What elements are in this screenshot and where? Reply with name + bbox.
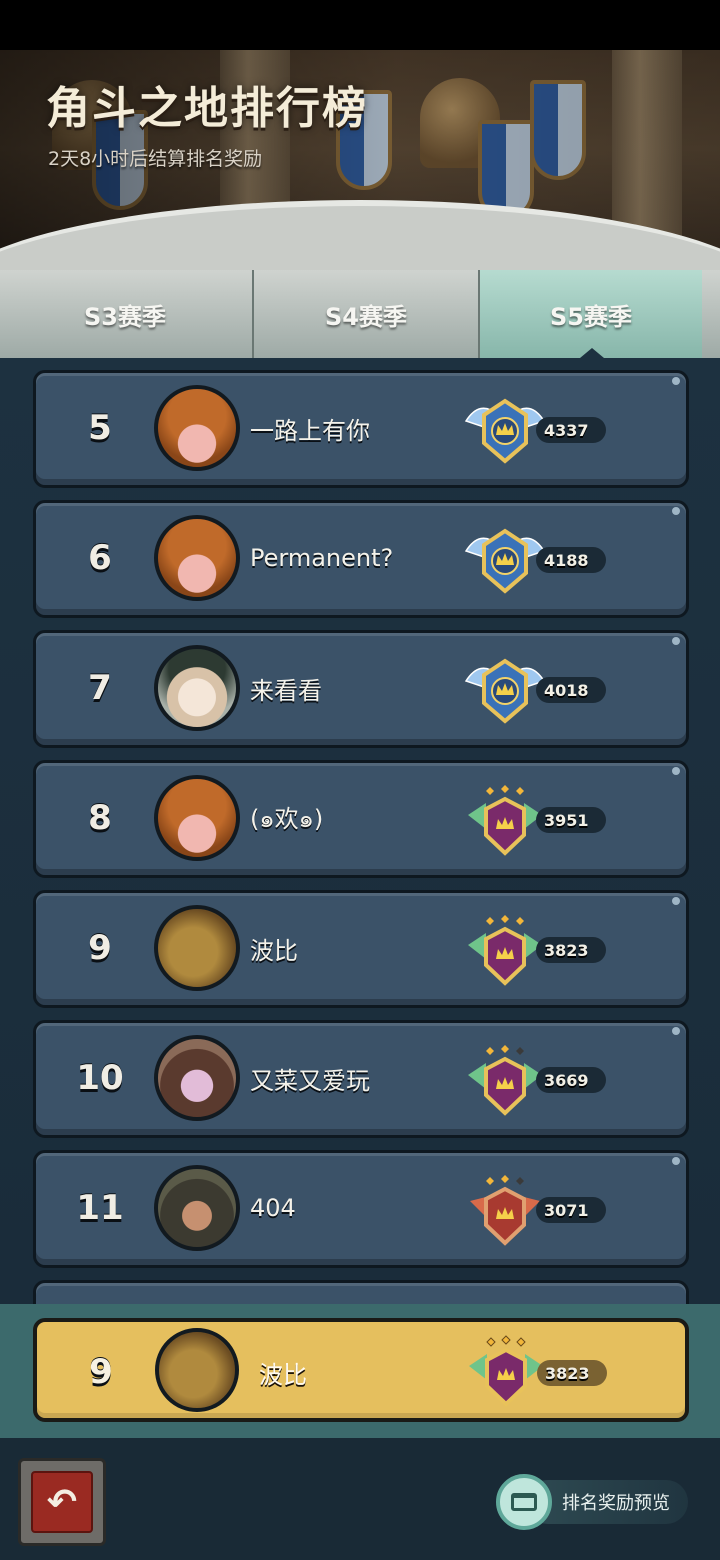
- return-arrow-icon: ↶: [31, 1471, 93, 1533]
- player-name: 404: [250, 1194, 296, 1222]
- leaderboard-row[interactable]: 10 又菜又爱玩 3669: [33, 1020, 689, 1138]
- rank-number: 8: [88, 798, 112, 838]
- score-value: 3071: [536, 1197, 606, 1223]
- leaderboard-row[interactable]: [33, 1280, 689, 1304]
- rank-number: 10: [76, 1058, 124, 1098]
- pumpkin-avatar[interactable]: [154, 515, 240, 601]
- my-rank-number: 9: [89, 1352, 113, 1392]
- score-value: 4188: [536, 547, 606, 573]
- settlement-countdown: 2天8小时后结算排名奖励: [48, 148, 263, 170]
- reward-preview-label: 排名奖励预览: [562, 1493, 670, 1514]
- score-value: 4337: [536, 417, 606, 443]
- my-rank-row[interactable]: 9 波比 3823: [33, 1318, 689, 1422]
- hat-avatar[interactable]: [154, 645, 240, 731]
- cat-avatar[interactable]: [154, 1035, 240, 1121]
- page-title: 角斗之地排行榜: [46, 83, 368, 134]
- tab-s4-season[interactable]: S4赛季: [252, 270, 478, 358]
- leaderboard-row[interactable]: 9 波比 3823: [33, 890, 689, 1008]
- player-name: (๑欢๑): [250, 804, 324, 833]
- score-value: 3669: [536, 1067, 606, 1093]
- pumpkin-avatar[interactable]: [154, 385, 240, 471]
- gift-box-icon: [496, 1474, 552, 1530]
- player-name: 波比: [250, 936, 298, 965]
- season-tabs: S3赛季 S4赛季 S5赛季: [0, 270, 720, 358]
- rank-number: 9: [88, 928, 112, 968]
- leaderboard-list[interactable]: 5 一路上有你 4337 6 Permanent? 4188 7 来看看 401…: [0, 358, 720, 1304]
- score-value: 3951: [536, 807, 606, 833]
- mask-avatar[interactable]: [154, 905, 240, 991]
- rank-number: 6: [88, 538, 112, 578]
- pumpkin-avatar[interactable]: [154, 775, 240, 861]
- back-button[interactable]: ↶: [18, 1458, 106, 1546]
- reward-preview-button[interactable]: 排名奖励预览: [496, 1474, 692, 1530]
- bottom-bar: ↶ 排名奖励预览: [0, 1438, 720, 1560]
- header-banner: 角斗之地排行榜 2天8小时后结算排名奖励: [0, 50, 720, 270]
- player-name: 来看看: [250, 676, 322, 705]
- player-name: Permanent?: [250, 544, 394, 572]
- goggle-avatar[interactable]: [154, 1165, 240, 1251]
- leaderboard-row[interactable]: 7 来看看 4018: [33, 630, 689, 748]
- leaderboard-row[interactable]: 8 (๑欢๑) 3951: [33, 760, 689, 878]
- mask-avatar[interactable]: [155, 1328, 239, 1412]
- my-player-name: 波比: [259, 1360, 307, 1389]
- score-value: 3823: [536, 937, 606, 963]
- player-name: 一路上有你: [250, 416, 370, 445]
- rank-number: 11: [76, 1188, 124, 1228]
- rank-number: 7: [88, 668, 112, 708]
- tab-s3-season[interactable]: S3赛季: [0, 270, 250, 358]
- score-value: 4018: [536, 677, 606, 703]
- rank-number: 5: [88, 408, 112, 448]
- my-rank-panel: 9 波比 3823: [0, 1304, 720, 1438]
- leaderboard-row[interactable]: 5 一路上有你 4337: [33, 370, 689, 488]
- leaderboard-row[interactable]: 11 404 3071: [33, 1150, 689, 1268]
- status-bar: [0, 0, 720, 50]
- player-name: 又菜又爱玩: [250, 1066, 370, 1095]
- leaderboard-row[interactable]: 6 Permanent? 4188: [33, 500, 689, 618]
- tab-s5-season[interactable]: S5赛季: [478, 270, 702, 358]
- my-score-value: 3823: [537, 1360, 607, 1386]
